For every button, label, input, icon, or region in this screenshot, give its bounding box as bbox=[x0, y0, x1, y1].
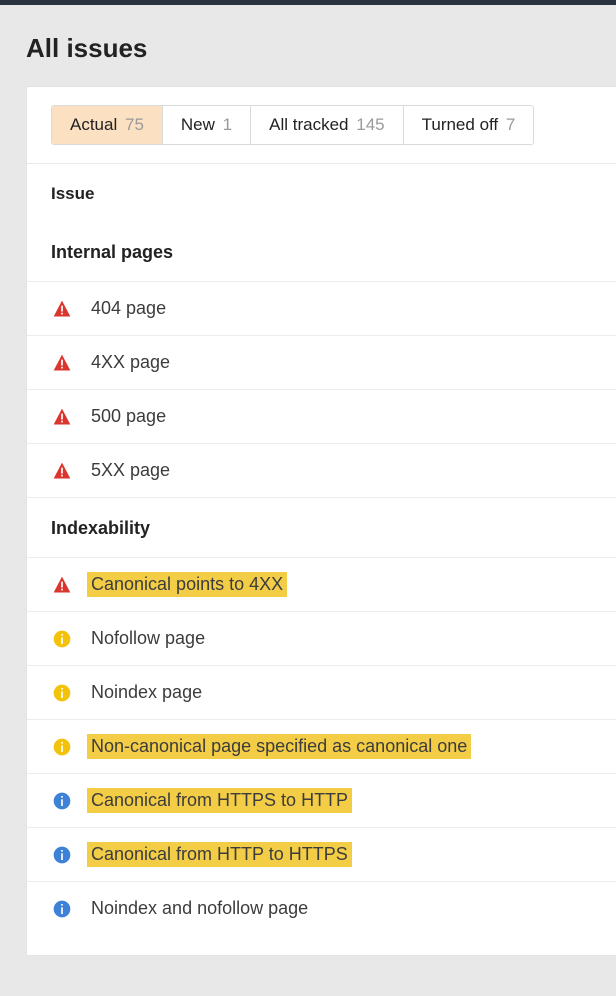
info-circle-warn-icon bbox=[51, 628, 73, 650]
page-title: All issues bbox=[0, 5, 616, 86]
tab-label: New bbox=[181, 115, 215, 134]
tab-count: 1 bbox=[223, 115, 232, 134]
tab-count: 145 bbox=[356, 115, 384, 134]
issue-row[interactable]: Canonical points to 4XX bbox=[27, 558, 616, 612]
issue-label: Canonical from HTTPS to HTTP bbox=[87, 788, 352, 813]
issue-row[interactable]: 404 page bbox=[27, 282, 616, 336]
tabs: Actual 75New 1All tracked 145Turned off … bbox=[51, 105, 534, 145]
tab-count: 7 bbox=[506, 115, 515, 134]
issue-row[interactable]: Noindex and nofollow page bbox=[27, 882, 616, 935]
info-circle-icon bbox=[51, 844, 73, 866]
issue-label: Canonical points to 4XX bbox=[87, 572, 287, 597]
issue-label: 4XX page bbox=[87, 350, 174, 375]
issue-row[interactable]: 4XX page bbox=[27, 336, 616, 390]
issue-label: 5XX page bbox=[87, 458, 174, 483]
tab-label: Actual bbox=[70, 115, 117, 134]
group-header: Indexability bbox=[27, 498, 616, 558]
issues-panel: Actual 75New 1All tracked 145Turned off … bbox=[26, 86, 616, 956]
info-circle-icon bbox=[51, 790, 73, 812]
issue-row[interactable]: Non-canonical page specified as canonica… bbox=[27, 720, 616, 774]
tab-label: Turned off bbox=[422, 115, 499, 134]
issue-row[interactable]: Canonical from HTTP to HTTPS bbox=[27, 828, 616, 882]
issue-label: Noindex page bbox=[87, 680, 206, 705]
info-circle-warn-icon bbox=[51, 736, 73, 758]
issue-label: 500 page bbox=[87, 404, 170, 429]
issue-label: Canonical from HTTP to HTTPS bbox=[87, 842, 352, 867]
issue-row[interactable]: 5XX page bbox=[27, 444, 616, 498]
tab-all-tracked[interactable]: All tracked 145 bbox=[251, 106, 403, 144]
issue-label: Nofollow page bbox=[87, 626, 209, 651]
tab-count: 75 bbox=[125, 115, 144, 134]
alert-triangle-icon bbox=[51, 460, 73, 482]
tab-turned-off[interactable]: Turned off 7 bbox=[404, 106, 534, 144]
tab-actual[interactable]: Actual 75 bbox=[52, 106, 163, 144]
issue-row[interactable]: 500 page bbox=[27, 390, 616, 444]
alert-triangle-icon bbox=[51, 352, 73, 374]
issue-groups: Internal pages 404 page 4XX page 500 pag… bbox=[27, 222, 616, 935]
issue-label: Non-canonical page specified as canonica… bbox=[87, 734, 471, 759]
group-header: Internal pages bbox=[27, 222, 616, 282]
info-circle-warn-icon bbox=[51, 682, 73, 704]
tabs-container: Actual 75New 1All tracked 145Turned off … bbox=[27, 87, 616, 164]
alert-triangle-icon bbox=[51, 298, 73, 320]
issue-row[interactable]: Noindex page bbox=[27, 666, 616, 720]
tab-new[interactable]: New 1 bbox=[163, 106, 251, 144]
alert-triangle-icon bbox=[51, 406, 73, 428]
issue-row[interactable]: Canonical from HTTPS to HTTP bbox=[27, 774, 616, 828]
tab-label: All tracked bbox=[269, 115, 348, 134]
issue-label: 404 page bbox=[87, 296, 170, 321]
column-header-issue: Issue bbox=[27, 164, 616, 222]
issue-row[interactable]: Nofollow page bbox=[27, 612, 616, 666]
alert-triangle-icon bbox=[51, 574, 73, 596]
issue-label: Noindex and nofollow page bbox=[87, 896, 312, 921]
info-circle-icon bbox=[51, 898, 73, 920]
